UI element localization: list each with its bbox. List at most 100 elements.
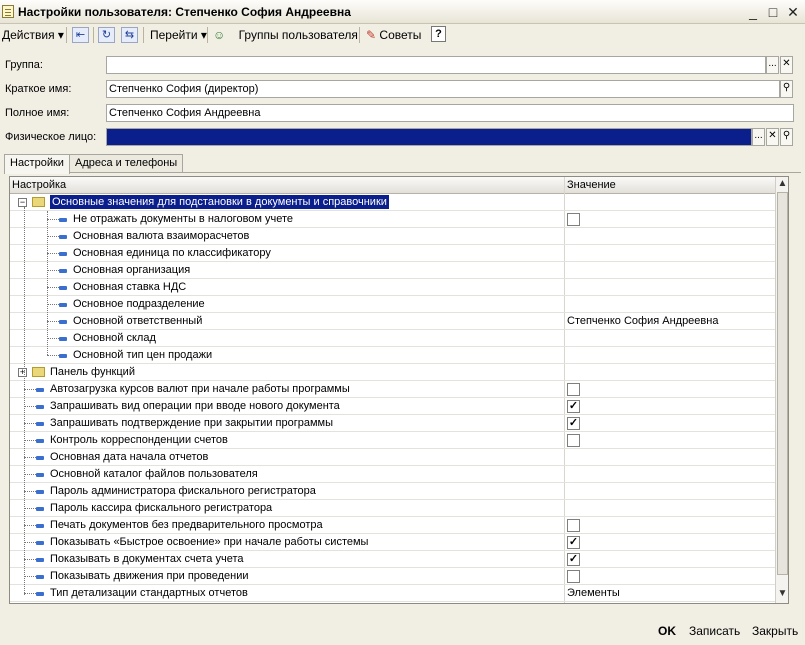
row-label: Основная единица по классификатору — [73, 247, 271, 259]
table-row[interactable]: Основная ставка НДС — [10, 279, 775, 296]
help-button[interactable]: ? — [431, 26, 446, 42]
tree-group-row[interactable]: + Панель функций — [10, 364, 775, 381]
search-icon[interactable]: ⚲ — [780, 80, 793, 98]
table-row[interactable]: Контроль корреспонденции счетов — [10, 432, 775, 449]
search-icon[interactable]: ⚲ — [780, 128, 793, 146]
checkbox-unchecked[interactable] — [567, 570, 580, 583]
checkbox-checked[interactable]: ✓ — [567, 536, 580, 549]
row-label: Основное подразделение — [73, 298, 205, 310]
collapse-icon[interactable]: − — [18, 198, 27, 207]
row-value[interactable]: Элементы — [567, 587, 620, 599]
row-label: Основная организация — [73, 264, 191, 276]
row-label: Печать документов без предварительного п… — [50, 519, 323, 531]
window-title: Настройки пользователя: Степченко София … — [18, 5, 351, 19]
group-clear-button[interactable]: ✕ — [780, 56, 793, 74]
item-marker-icon — [36, 439, 44, 443]
table-row[interactable]: Основная дата начала отчетов — [10, 449, 775, 466]
user-groups-button[interactable]: ☺ Группы пользователя — [213, 26, 358, 44]
tips-button[interactable]: ✎ Советы — [366, 26, 421, 44]
scroll-down-icon[interactable]: ▼ — [776, 587, 788, 601]
item-marker-icon — [59, 354, 67, 358]
row-label: Основная валюта взаиморасчетов — [73, 230, 250, 242]
tab-settings[interactable]: Настройки — [4, 154, 70, 174]
column-header-value[interactable]: Значение — [567, 179, 616, 191]
table-row[interactable]: Не отражать документы в налоговом учете — [10, 211, 775, 228]
checkbox-unchecked[interactable] — [567, 213, 580, 226]
refresh-icon[interactable]: ↻ — [98, 27, 115, 43]
group-select-button[interactable]: ... — [766, 56, 779, 74]
checkbox-checked[interactable]: ✓ — [567, 553, 580, 566]
scroll-thumb[interactable] — [777, 192, 788, 575]
checkbox-checked[interactable]: ✓ — [567, 400, 580, 413]
user-group-icon: ☺ — [213, 28, 226, 42]
table-row[interactable]: Основной ответственный Степченко София Ан… — [10, 313, 775, 330]
ok-button[interactable]: OK — [658, 624, 676, 638]
close-button[interactable]: Закрыть — [752, 624, 798, 638]
item-marker-icon — [59, 303, 67, 307]
form-icon — [2, 5, 14, 18]
save-button[interactable]: Записать — [689, 624, 740, 638]
row-value[interactable]: Степченко София Андреевна — [567, 315, 718, 327]
table-row[interactable]: Показывать в документах счета учета ✓ — [10, 551, 775, 568]
folder-icon — [32, 367, 45, 377]
settings-table[interactable]: Настройка Значение − Основные значения дл… — [9, 176, 789, 604]
item-marker-icon — [36, 422, 44, 426]
chevron-down-icon: ▾ — [57, 28, 64, 42]
transfer-icon[interactable]: ⇆ — [121, 27, 138, 43]
row-label: Панель функций — [50, 366, 135, 378]
table-row[interactable]: Основной тип цен продажи — [10, 347, 775, 364]
table-row[interactable]: Автозагрузка курсов валют при начале раб… — [10, 381, 775, 398]
tab-addresses[interactable]: Адреса и телефоны — [69, 154, 184, 173]
checkbox-unchecked[interactable] — [567, 383, 580, 396]
expand-icon[interactable]: + — [18, 368, 27, 377]
column-header-setting[interactable]: Настройка — [12, 179, 66, 191]
table-row[interactable]: Пароль администратора фискального регист… — [10, 483, 775, 500]
table-row[interactable]: Основная единица по классификатору — [10, 245, 775, 262]
toolbar-divider — [207, 27, 208, 43]
person-select-button[interactable]: ... — [752, 128, 765, 146]
tips-icon: ✎ — [366, 28, 377, 42]
back-arrow-icon[interactable]: ⇤ — [72, 27, 89, 43]
toolbar-divider — [143, 27, 144, 43]
actions-label: Действия — [2, 28, 55, 42]
person-clear-button[interactable]: ✕ — [766, 128, 779, 146]
table-row[interactable]: Запрашивать подтверждение при закрытии п… — [10, 415, 775, 432]
table-row[interactable]: Показывать «Быстрое освоение» при начале… — [10, 534, 775, 551]
vertical-scrollbar[interactable]: ▲ ▼ — [775, 177, 788, 603]
row-label: Основной ответственный — [73, 315, 203, 327]
actions-menu-button[interactable]: Действия ▾ — [2, 26, 64, 44]
minimize-button[interactable]: _ — [744, 3, 762, 21]
table-row[interactable]: Тип детализации стандартных отчетов Элеме… — [10, 585, 775, 602]
table-row[interactable]: Пароль кассира фискального регистратора — [10, 500, 775, 517]
group-field[interactable] — [106, 56, 766, 74]
table-row[interactable]: Печать документов без предварительного п… — [10, 517, 775, 534]
table-row[interactable]: Основной склад — [10, 330, 775, 347]
goto-menu-button[interactable]: Перейти ▾ — [150, 26, 207, 44]
row-label: Контроль корреспонденции счетов — [50, 434, 228, 446]
checkbox-unchecked[interactable] — [567, 434, 580, 447]
person-field[interactable] — [106, 128, 752, 146]
short-name-field[interactable]: Степченко София (директор) — [106, 80, 780, 98]
table-row[interactable]: Основное подразделение — [10, 296, 775, 313]
table-row[interactable]: Основной каталог файлов пользователя — [10, 466, 775, 483]
tree-group-row[interactable]: − Основные значения для подстановки в док… — [10, 194, 775, 211]
person-label: Физическое лицо: — [5, 131, 97, 143]
table-row[interactable]: Запрашивать вид операции при вводе новог… — [10, 398, 775, 415]
close-window-button[interactable]: ✕ — [784, 3, 802, 21]
maximize-button[interactable]: □ — [764, 3, 782, 21]
item-marker-icon — [59, 269, 67, 273]
table-row[interactable]: Основная организация — [10, 262, 775, 279]
item-marker-icon — [36, 575, 44, 579]
checkbox-unchecked[interactable] — [567, 519, 580, 532]
user-groups-label: Группы пользователя — [238, 28, 358, 42]
full-name-field[interactable]: Степченко София Андреевна — [106, 104, 794, 122]
checkbox-checked[interactable]: ✓ — [567, 417, 580, 430]
scroll-up-icon[interactable]: ▲ — [776, 177, 788, 191]
tab-panel-border — [4, 172, 801, 173]
table-header: Настройка Значение — [10, 177, 775, 194]
row-label: Основные значения для подстановки в доку… — [50, 195, 389, 209]
row-label: Основной склад — [73, 332, 156, 344]
table-row[interactable]: Основная валюта взаиморасчетов — [10, 228, 775, 245]
table-row[interactable]: Показывать движения при проведении — [10, 568, 775, 585]
item-marker-icon — [36, 524, 44, 528]
